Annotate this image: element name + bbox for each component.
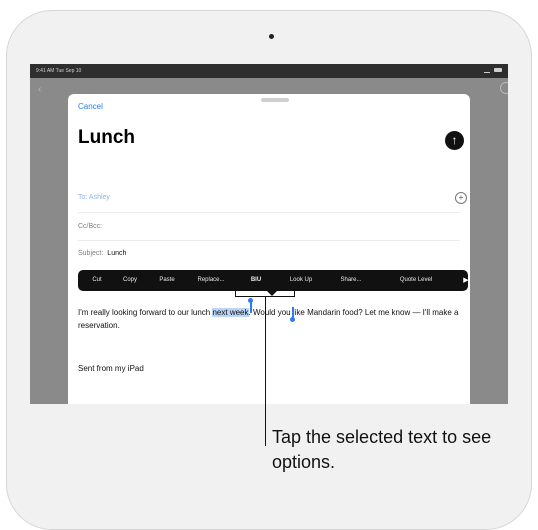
selection-start-knob[interactable]: [248, 298, 253, 303]
callout-line: [265, 297, 266, 446]
arrow-up-icon: ↑: [451, 133, 458, 147]
menu-item-quote-level[interactable]: Quote Level: [376, 270, 456, 291]
to-value: Ashley: [88, 194, 110, 201]
callout-bracket: [235, 285, 295, 297]
add-contact-icon[interactable]: +: [455, 192, 467, 204]
selection-start-handle[interactable]: [250, 302, 252, 313]
compose-sheet: Cancel Lunch ↑ To: Ashley + Cc/Bcc: Subj…: [68, 94, 470, 404]
signature: Sent from my iPad: [78, 364, 144, 373]
subject-value: Lunch: [107, 250, 127, 257]
cc-label: Cc/Bcc:: [78, 223, 103, 230]
sheet-grabber[interactable]: [261, 98, 289, 102]
back-chevron-icon: ‹: [38, 84, 42, 95]
callout-text: Tap the selected text to see options.: [272, 427, 492, 472]
status-bar: 9:41 AM Tue Sep 10: [30, 64, 508, 78]
to-field[interactable]: To: Ashley: [78, 194, 110, 201]
divider: [78, 212, 460, 213]
subject-label: Subject:: [78, 250, 104, 257]
cc-bcc-field[interactable]: Cc/Bcc:: [78, 223, 102, 230]
ipad-screen: 9:41 AM Tue Sep 10 ‹ Cancel Lunch ↑ To: …: [30, 64, 508, 404]
cancel-button[interactable]: Cancel: [78, 102, 103, 111]
camera-dot: [269, 34, 274, 39]
chevron-right-icon[interactable]: ▶: [462, 270, 470, 291]
menu-item-copy[interactable]: Copy: [112, 270, 148, 291]
compose-title: Lunch: [78, 127, 135, 148]
battery-icon: [494, 68, 502, 72]
menu-item-replace[interactable]: Replace...: [186, 270, 236, 291]
menu-item-share[interactable]: Share...: [326, 270, 376, 291]
send-button[interactable]: ↑: [445, 131, 464, 150]
wifi-icon: [484, 68, 490, 73]
selected-text[interactable]: next week: [212, 308, 249, 317]
status-time: 9:41 AM Tue Sep 10: [36, 68, 82, 74]
selection-end-knob[interactable]: [290, 317, 295, 322]
menu-item-paste[interactable]: Paste: [148, 270, 186, 291]
subject-field[interactable]: Subject: Lunch: [78, 250, 126, 257]
to-label: To:: [78, 194, 88, 201]
menu-item-cut[interactable]: Cut: [82, 270, 112, 291]
background-action-icon: [500, 82, 508, 94]
message-body[interactable]: I'm really looking forward to our lunch …: [78, 306, 468, 332]
body-text-before: I'm really looking forward to our lunch: [78, 308, 213, 317]
divider: [78, 240, 460, 241]
